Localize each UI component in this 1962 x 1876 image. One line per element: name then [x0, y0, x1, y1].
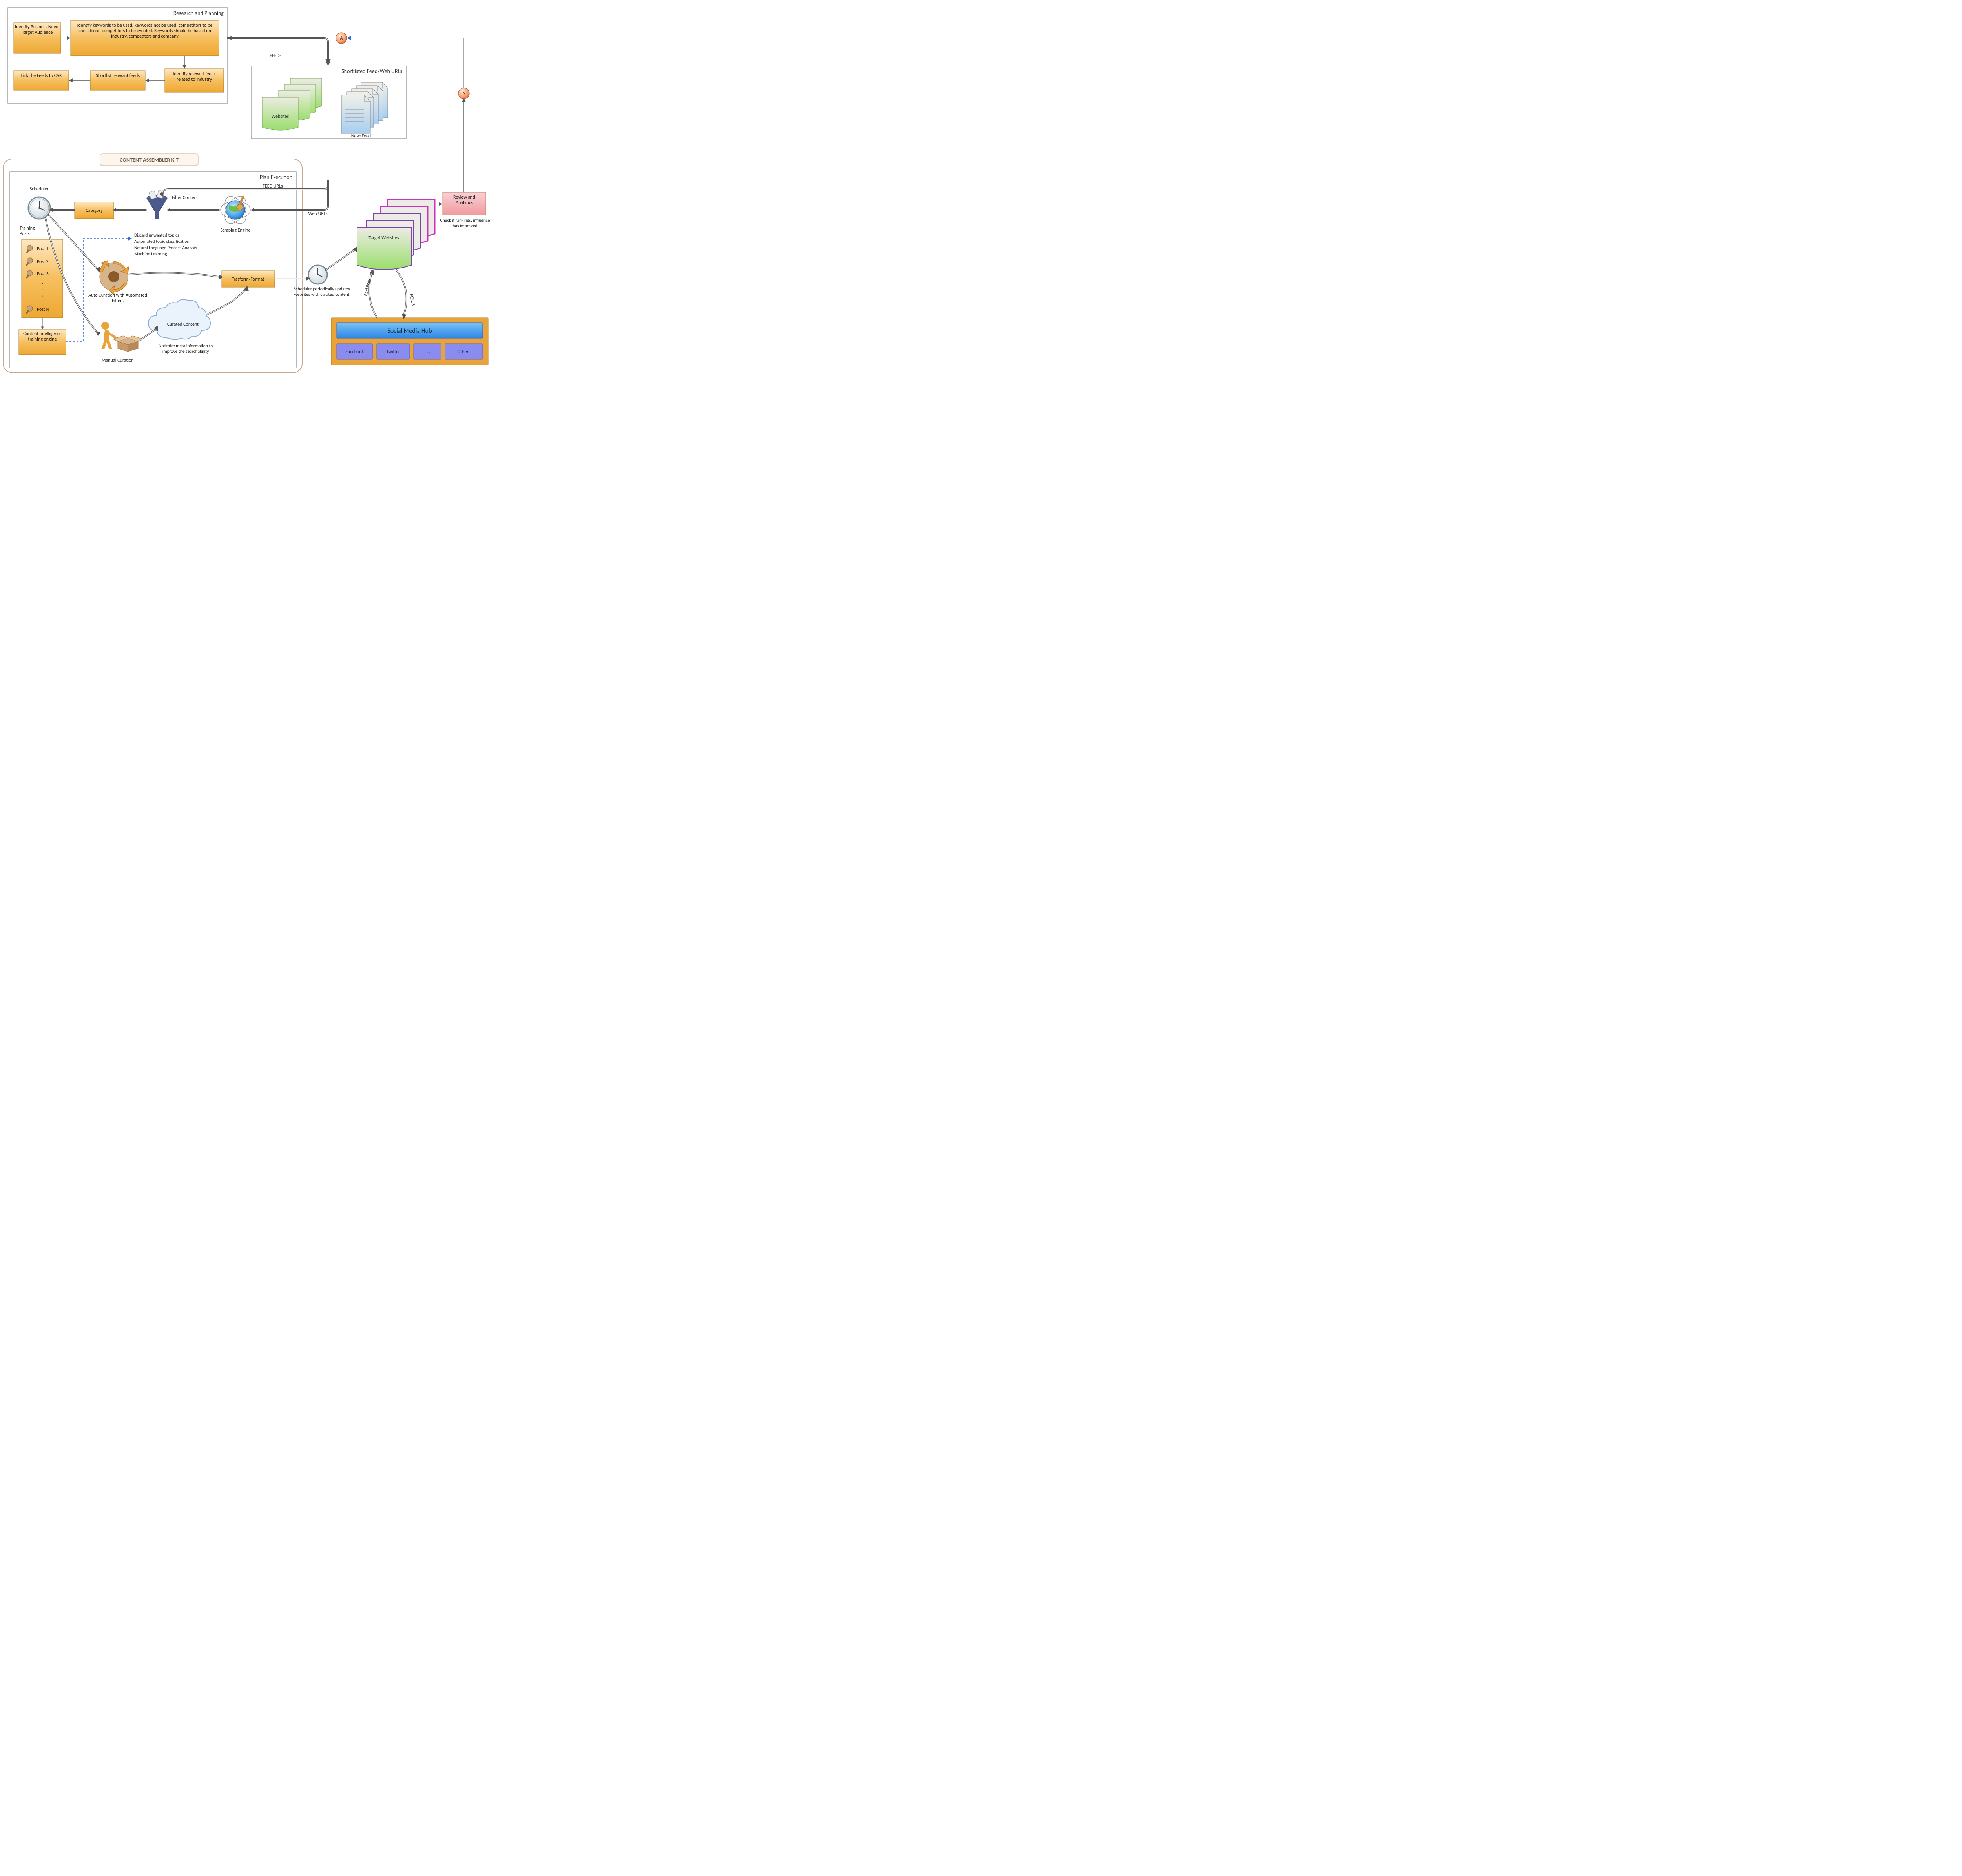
box-shortlist-feeds: Shortlist relevant feeds — [90, 71, 145, 90]
svg-text:·: · — [42, 287, 43, 293]
svg-text:Scraping Engine: Scraping Engine — [221, 228, 251, 233]
svg-text:Web URLs: Web URLs — [308, 211, 327, 217]
svg-text:Scheduler: Scheduler — [30, 186, 49, 192]
svg-text:Websites: Websites — [272, 114, 289, 119]
group-research-planning: Research and Planning Identify Business … — [8, 8, 228, 103]
social-item-facebook: Facebook — [337, 344, 373, 359]
svg-text:·: · — [42, 281, 43, 286]
social-item-ellipsis: . . . — [414, 344, 441, 359]
label-feeds: FEEDs — [270, 53, 281, 58]
group-title-shortlisted: Shortlisted Feed/Web URLs — [341, 68, 402, 75]
icon-scheduler-clock: Scheduler — [28, 186, 50, 219]
svg-text:A: A — [463, 91, 465, 97]
svg-text:A: A — [340, 36, 343, 41]
svg-text:Discard unwanted topics: Discard unwanted topics — [134, 233, 179, 238]
panel-social-hub: Social Media Hub Facebook Twitter . . . … — [331, 318, 488, 365]
connector-A-top: A — [336, 33, 347, 44]
svg-text:Machine Learning: Machine Learning — [134, 252, 167, 257]
box-identify-keywords: Identify keywords to be used, keywords n… — [71, 20, 219, 56]
svg-text:Backlinks: Backlinks — [363, 278, 372, 297]
box-identify-need: Identify Business Need, Target Audience — [14, 23, 61, 53]
svg-text:Post 3: Post 3 — [37, 272, 49, 277]
svg-text:Filter Content: Filter Content — [172, 195, 198, 201]
box-link-feeds: Link the Feeds to CAK — [14, 71, 69, 90]
svg-text:CONTENT ASSEMBLER KIT: CONTENT ASSEMBLER KIT — [120, 157, 179, 163]
edge-sched-to-target — [326, 246, 357, 270]
svg-text:Twitter: Twitter — [387, 349, 400, 355]
svg-text:Manual Curation: Manual Curation — [102, 358, 133, 363]
svg-text:·: · — [42, 294, 43, 299]
box-transform: Trasform/Format — [222, 271, 275, 287]
svg-text:Automated topic classification: Automated topic classification — [134, 239, 190, 244]
svg-text:NewsFeed: NewsFeed — [351, 133, 371, 139]
svg-text:Post 1: Post 1 — [37, 246, 49, 252]
social-item-twitter: Twitter — [377, 344, 410, 359]
social-item-others: Others — [445, 344, 483, 359]
svg-text:Category: Category — [86, 208, 103, 213]
svg-text:Trasform/Format: Trasform/Format — [232, 277, 264, 282]
group-shortlisted-urls: Shortlisted Feed/Web URLs Websites NewsF… — [251, 66, 406, 139]
connector-A-bottom: A — [458, 38, 469, 192]
edge-feeds: FEEDs — [228, 38, 330, 66]
svg-text:FEEDS: FEEDS — [408, 294, 416, 306]
box-review-analytics: Review and Analytics Check if rankings, … — [439, 192, 491, 233]
svg-text:Facebook: Facebook — [346, 349, 364, 355]
icon-scheduler-right: Scheduler periodically updates websites … — [290, 265, 353, 308]
svg-text:Post 2: Post 2 — [37, 259, 49, 264]
box-identify-relevant-feeds: Identify relevant feeds related to indus… — [165, 69, 224, 92]
training-posts-panel: Post 1 Post 2 Post 3 · · · Post N — [22, 239, 63, 318]
edge-target-feeds-out: FEEDS — [396, 270, 416, 319]
group-title-research: Research and Planning — [173, 10, 224, 16]
icon-target-websites: Target Websites — [357, 199, 435, 270]
svg-text:Target Websites: Target Websites — [368, 235, 399, 241]
svg-text:Others: Others — [458, 349, 470, 355]
svg-text:FEED URLs: FEED URLs — [263, 184, 283, 189]
group-title-planexec: Plan Execution — [260, 174, 292, 180]
svg-text:Social Media Hub: Social Media Hub — [388, 327, 432, 335]
box-category: Category — [75, 202, 114, 219]
svg-text:. . .: . . . — [425, 349, 430, 355]
svg-text:Curated Content: Curated Content — [167, 322, 199, 327]
svg-text:Post N: Post N — [37, 307, 49, 312]
svg-text:Natural Language Process Analy: Natural Language Process Analysis — [134, 245, 197, 251]
box-ci-training: Content intelligence training engine — [19, 330, 66, 355]
edge-target-backlinks: Backlinks — [363, 270, 377, 317]
